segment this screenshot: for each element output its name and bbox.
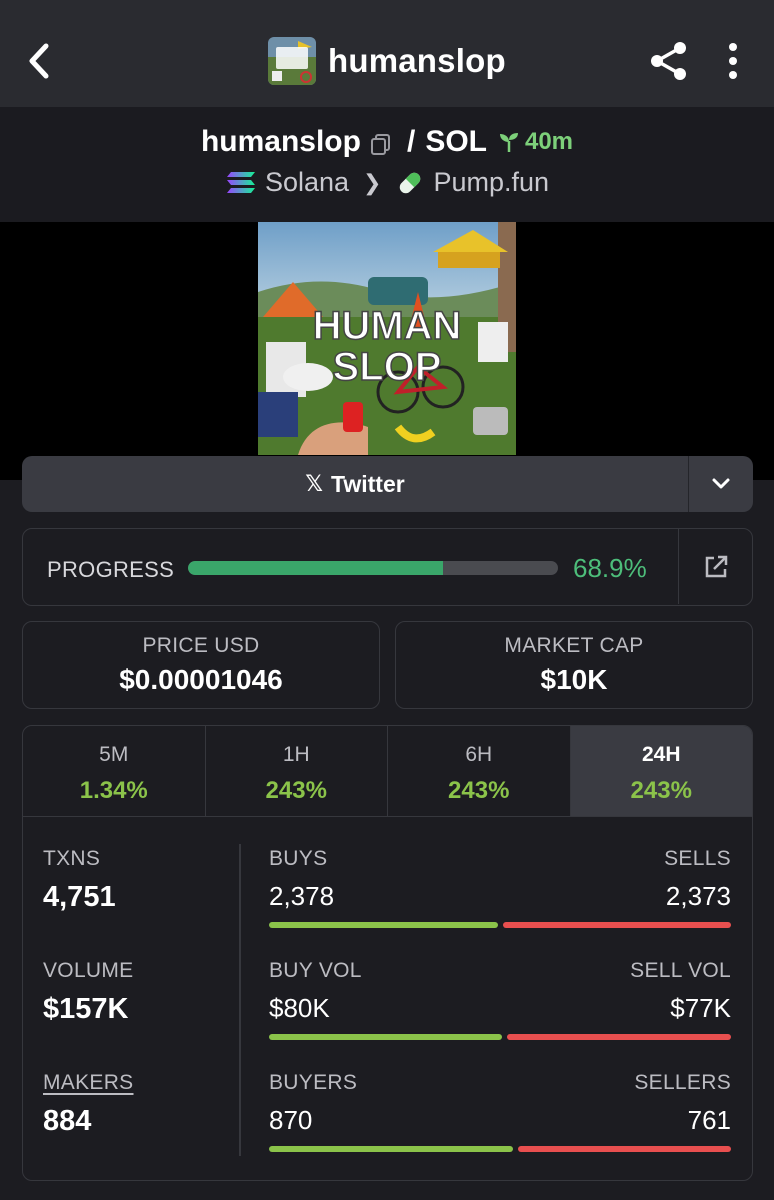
header-title-group: humanslop	[268, 37, 506, 85]
token-banner: HUMAN SLOP	[0, 222, 774, 480]
sellers-bar	[518, 1146, 731, 1152]
more-vertical-icon	[729, 43, 737, 79]
buys-bar	[269, 922, 498, 928]
buyers-sellers-row: BUYERS SELLERS 870 761	[269, 1071, 731, 1152]
tab-change: 243%	[265, 777, 327, 804]
sellers-label: SELLERS	[634, 1071, 731, 1094]
chevron-down-icon	[712, 478, 730, 489]
price-value: $0.00001046	[119, 664, 283, 695]
sell-vol-bar	[507, 1034, 731, 1040]
buys-label: BUYS	[269, 847, 328, 870]
quote-token-name: SOL	[425, 125, 487, 158]
sells-label: SELLS	[664, 847, 731, 870]
links-dropdown-button[interactable]	[688, 456, 753, 512]
artwork-text-line2: SLOP	[333, 345, 442, 389]
page-title: humanslop	[328, 42, 506, 79]
pair-age: 40m	[497, 128, 573, 156]
sellers-value: 761	[687, 1105, 731, 1135]
trade-stats-panel: 5M 1.34% 1H 243% 6H 243% 24H 243% TXNS 4…	[22, 725, 753, 1181]
buyers-label: BUYERS	[269, 1071, 358, 1094]
tab-24h[interactable]: 24H 243%	[570, 726, 752, 816]
chevron-left-icon	[29, 43, 49, 79]
chain-name[interactable]: Solana	[265, 167, 349, 198]
tab-label: 6H	[465, 743, 493, 766]
txns-stat: TXNS 4,751	[43, 847, 116, 914]
volume-stat: VOLUME $157K	[43, 959, 134, 1026]
pill-icon	[400, 172, 421, 193]
x-logo-icon: 𝕏	[305, 471, 324, 496]
stats-divider	[239, 844, 241, 1156]
chain-breadcrumb: Solana ❯ Pump.fun	[0, 167, 774, 198]
solana-icon	[226, 171, 255, 193]
buys-value: 2,378	[269, 881, 335, 911]
buyers-sellers-ratio-bar	[269, 1146, 731, 1152]
buys-sells-ratio-bar	[269, 922, 731, 928]
progress-value: 68.9%	[573, 553, 647, 583]
dex-name[interactable]: Pump.fun	[433, 167, 549, 198]
pair-age-text: 40m	[524, 128, 574, 155]
share-button[interactable]	[648, 40, 690, 82]
price-card: PRICE USD $0.00001046	[22, 621, 380, 709]
tab-label: 5M	[99, 743, 129, 766]
makers-stat: MAKERS 884	[43, 1071, 134, 1138]
timeframe-tabs: 5M 1.34% 1H 243% 6H 243% 24H 243%	[23, 726, 752, 817]
progress-bar-fill	[188, 561, 443, 575]
volume-label: VOLUME	[43, 959, 134, 982]
twitter-button[interactable]: 𝕏 Twitter	[22, 456, 688, 512]
external-link-button[interactable]	[678, 529, 752, 604]
buy-vol-value: $80K	[269, 993, 330, 1023]
more-menu-button[interactable]	[722, 42, 744, 82]
back-button[interactable]	[22, 38, 56, 84]
pair-header: humanslop / SOL 40m Solana ❯ Pump.fun	[0, 107, 774, 222]
market-cap-label: MARKET CAP	[504, 634, 644, 657]
sprout-icon	[499, 133, 518, 152]
tab-5m[interactable]: 5M 1.34%	[23, 726, 206, 816]
token-artwork: HUMAN SLOP	[258, 222, 516, 455]
tab-6h[interactable]: 6H 243%	[388, 726, 571, 816]
top-bar: humanslop	[0, 0, 774, 107]
tab-label: 1H	[282, 743, 310, 766]
buy-sell-volume-row: BUY VOL SELL VOL $80K $77K	[269, 959, 731, 1040]
tab-label: 24H	[641, 743, 681, 766]
share-icon	[651, 42, 686, 80]
tab-change: 1.34%	[79, 777, 148, 804]
sell-vol-label: SELL VOL	[630, 959, 731, 982]
buy-vol-bar	[269, 1034, 502, 1040]
buy-vol-label: BUY VOL	[269, 959, 362, 982]
buys-sells-row: BUYS SELLS 2,378 2,373	[269, 847, 731, 928]
progress-bar	[188, 561, 558, 575]
buyers-bar	[269, 1146, 513, 1152]
txns-value: 4,751	[43, 881, 116, 913]
market-cap-value: $10K	[540, 664, 608, 695]
market-cap-card: MARKET CAP $10K	[395, 621, 753, 709]
progress-label: PROGRESS	[47, 557, 175, 582]
artwork-text-line1: HUMAN	[313, 304, 462, 348]
pair-title: humanslop / SOL 40m	[0, 125, 774, 159]
copy-icon[interactable]	[369, 130, 393, 155]
makers-label[interactable]: MAKERS	[43, 1071, 134, 1095]
chevron-right-icon: ❯	[363, 169, 382, 195]
buy-sell-volume-ratio-bar	[269, 1034, 731, 1040]
price-label: PRICE USD	[142, 634, 260, 657]
makers-value: 884	[43, 1105, 92, 1137]
token-avatar	[268, 37, 316, 85]
volume-value: $157K	[43, 993, 129, 1025]
twitter-label: Twitter	[331, 470, 405, 497]
external-link-icon	[705, 555, 727, 577]
base-token-name: humanslop	[200, 125, 361, 158]
txns-label: TXNS	[43, 847, 101, 870]
sells-value: 2,373	[665, 881, 731, 911]
pair-separator: /	[406, 125, 416, 158]
tab-1h[interactable]: 1H 243%	[206, 726, 388, 816]
buyers-value: 870	[269, 1105, 313, 1135]
bonding-progress: PROGRESS 68.9%	[22, 528, 753, 606]
social-links-bar: 𝕏 Twitter	[22, 456, 753, 512]
tab-change: 243%	[630, 777, 692, 804]
tab-change: 243%	[448, 777, 510, 804]
sells-bar	[503, 922, 731, 928]
sell-vol-value: $77K	[670, 993, 731, 1023]
